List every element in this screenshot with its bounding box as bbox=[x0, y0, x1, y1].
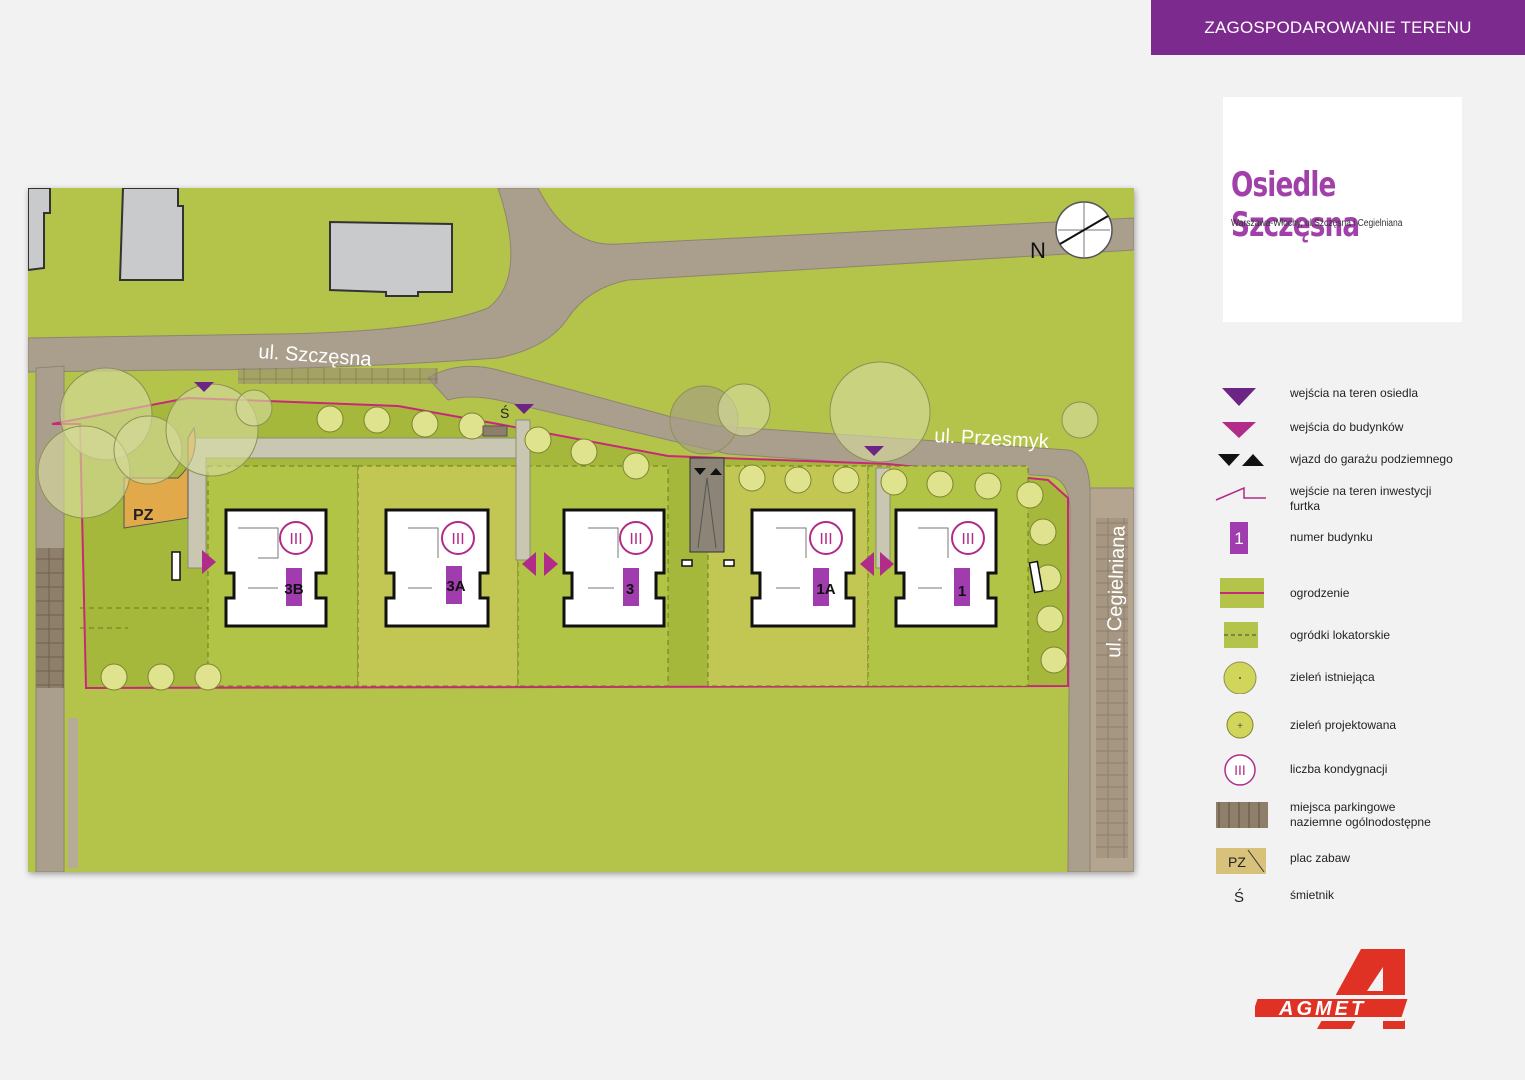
floors-3A: III bbox=[451, 531, 464, 548]
building-3A[interactable] bbox=[384, 508, 490, 628]
gate-icon bbox=[1215, 486, 1266, 501]
parking-west bbox=[36, 548, 64, 688]
agmet-logo: AGMET bbox=[1255, 949, 1413, 1029]
header-title: ZAGOSPODAROWANIE TERENU bbox=[1204, 17, 1472, 37]
playground-icon: PZ bbox=[1216, 848, 1266, 874]
building-1[interactable] bbox=[894, 508, 998, 628]
legend: wejścia na teren osiedla wejścia do budy… bbox=[1210, 380, 1520, 915]
building-number-3: 3 bbox=[626, 581, 634, 598]
site-plan-svg: PZ III III III III III 3B 3A 3 1A 1 Ś ul… bbox=[28, 188, 1134, 872]
building-number-1A: 1A bbox=[816, 581, 835, 598]
garden-icon bbox=[1224, 622, 1258, 648]
building-number-1: 1 bbox=[958, 583, 966, 600]
svg-text:1: 1 bbox=[1234, 529, 1243, 548]
garage-entry-icon bbox=[1218, 454, 1264, 466]
building-1A[interactable] bbox=[750, 508, 856, 628]
building-3B[interactable] bbox=[224, 508, 328, 628]
floors-1A: III bbox=[819, 531, 832, 548]
svg-text:PZ: PZ bbox=[1228, 854, 1246, 870]
estate-entrance-icon bbox=[1222, 388, 1256, 406]
building-3[interactable] bbox=[562, 508, 666, 628]
building-entrance-icon bbox=[1222, 422, 1256, 438]
fence-icon bbox=[1220, 578, 1264, 608]
floors-3B: III bbox=[289, 531, 302, 548]
floors-1: III bbox=[961, 531, 974, 548]
playground-label: PZ bbox=[133, 507, 154, 524]
title-card: Osiedle Szczęsna Warszawa-Włochy, ul.Szc… bbox=[1223, 97, 1462, 322]
trash-area bbox=[482, 425, 508, 437]
building-number-3A: 3A bbox=[446, 578, 465, 595]
site-plan-map: PZ III III III III III 3B 3A 3 1A 1 Ś ul… bbox=[28, 188, 1134, 872]
building-number-icon: 1 bbox=[1230, 522, 1248, 554]
trash-label: Ś bbox=[500, 404, 509, 421]
existing-tree-icon bbox=[1223, 661, 1257, 694]
svg-text:Ś: Ś bbox=[1234, 888, 1244, 906]
floors-3: III bbox=[629, 531, 642, 548]
project-address: Warszawa-Włochy, ul.Szczęsna i Cegielnia… bbox=[1231, 218, 1403, 229]
floors-icon: III bbox=[1224, 754, 1256, 786]
trash-icon: Ś bbox=[1234, 888, 1244, 906]
planned-tree-icon: + bbox=[1226, 711, 1254, 739]
north-label: N bbox=[1030, 238, 1046, 263]
project-title: Osiedle Szczęsna bbox=[1231, 165, 1360, 245]
parking-icon bbox=[1216, 802, 1268, 828]
svg-text:+: + bbox=[1237, 721, 1243, 732]
logo-text: AGMET bbox=[1278, 998, 1366, 1020]
svg-text:III: III bbox=[1234, 762, 1246, 778]
building-number-3B: 3B bbox=[284, 581, 303, 598]
street-cegielniana: ul. Cegielniana bbox=[1103, 524, 1130, 658]
header-band: ZAGOSPODAROWANIE TERENU bbox=[1151, 0, 1525, 55]
